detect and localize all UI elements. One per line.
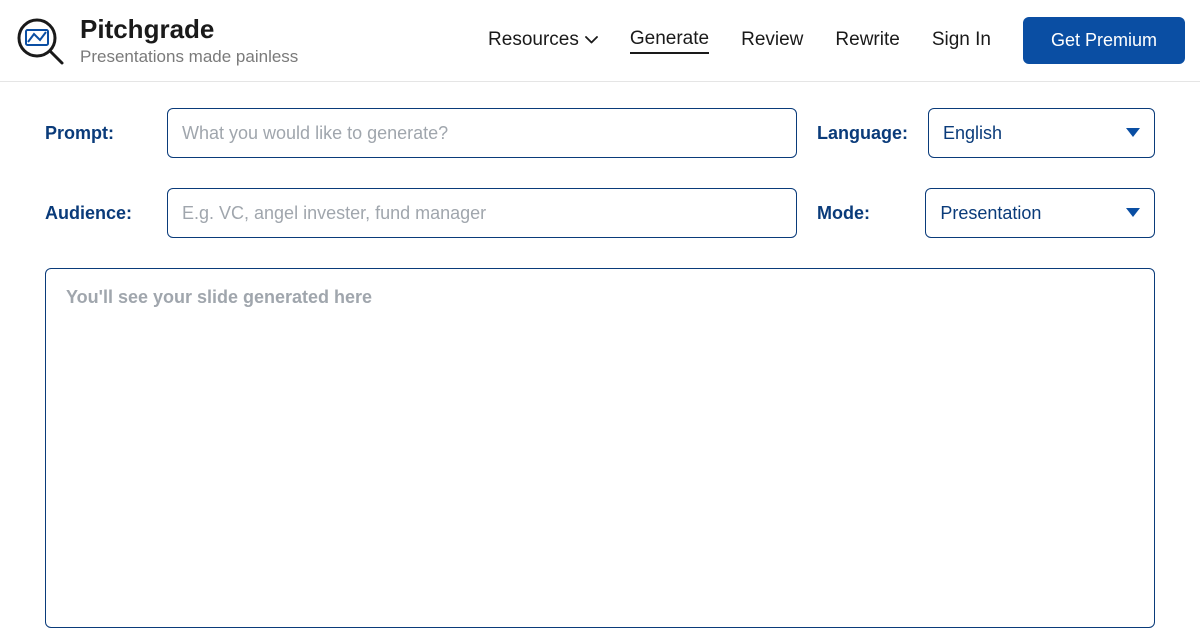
nav-review-label: Review bbox=[741, 29, 803, 51]
language-label: Language: bbox=[817, 123, 908, 144]
nav-signin[interactable]: Sign In bbox=[932, 29, 991, 53]
form-row-prompt: Prompt: Language: English bbox=[45, 108, 1155, 158]
brand: Pitchgrade Presentations made painless bbox=[15, 14, 298, 67]
logo-icon bbox=[15, 16, 65, 66]
language-select[interactable]: English bbox=[928, 108, 1155, 158]
nav-resources[interactable]: Resources bbox=[488, 29, 598, 53]
nav-generate[interactable]: Generate bbox=[630, 28, 709, 54]
brand-title: Pitchgrade bbox=[80, 14, 298, 45]
nav: Resources Generate Review Rewrite Sign I… bbox=[488, 17, 1185, 64]
nav-signin-label: Sign In bbox=[932, 29, 991, 51]
chevron-down-icon bbox=[585, 36, 598, 44]
language-value: English bbox=[943, 123, 1002, 144]
prompt-input[interactable] bbox=[167, 108, 797, 158]
nav-rewrite-label: Rewrite bbox=[835, 29, 899, 51]
dropdown-arrow-icon bbox=[1126, 208, 1140, 218]
nav-rewrite[interactable]: Rewrite bbox=[835, 29, 899, 53]
dropdown-arrow-icon bbox=[1126, 128, 1140, 138]
mode-value: Presentation bbox=[940, 203, 1041, 224]
mode-select-wrap: Presentation bbox=[925, 188, 1155, 238]
output-placeholder: You'll see your slide generated here bbox=[66, 287, 1134, 308]
header: Pitchgrade Presentations made painless R… bbox=[0, 0, 1200, 82]
audience-label: Audience: bbox=[45, 203, 137, 224]
mode-select[interactable]: Presentation bbox=[925, 188, 1155, 238]
form-row-audience: Audience: Mode: Presentation bbox=[45, 188, 1155, 238]
brand-subtitle: Presentations made painless bbox=[80, 47, 298, 67]
brand-text: Pitchgrade Presentations made painless bbox=[80, 14, 298, 67]
nav-generate-label: Generate bbox=[630, 28, 709, 50]
nav-resources-label: Resources bbox=[488, 29, 579, 51]
prompt-label: Prompt: bbox=[45, 123, 137, 144]
nav-review[interactable]: Review bbox=[741, 29, 803, 53]
content: Prompt: Language: English Audience: Mode… bbox=[0, 82, 1200, 628]
get-premium-button[interactable]: Get Premium bbox=[1023, 17, 1185, 64]
output-area: You'll see your slide generated here bbox=[45, 268, 1155, 628]
audience-group: Audience: bbox=[45, 188, 797, 238]
audience-input[interactable] bbox=[167, 188, 797, 238]
mode-label: Mode: bbox=[817, 203, 905, 224]
prompt-group: Prompt: bbox=[45, 108, 797, 158]
language-select-wrap: English bbox=[928, 108, 1155, 158]
